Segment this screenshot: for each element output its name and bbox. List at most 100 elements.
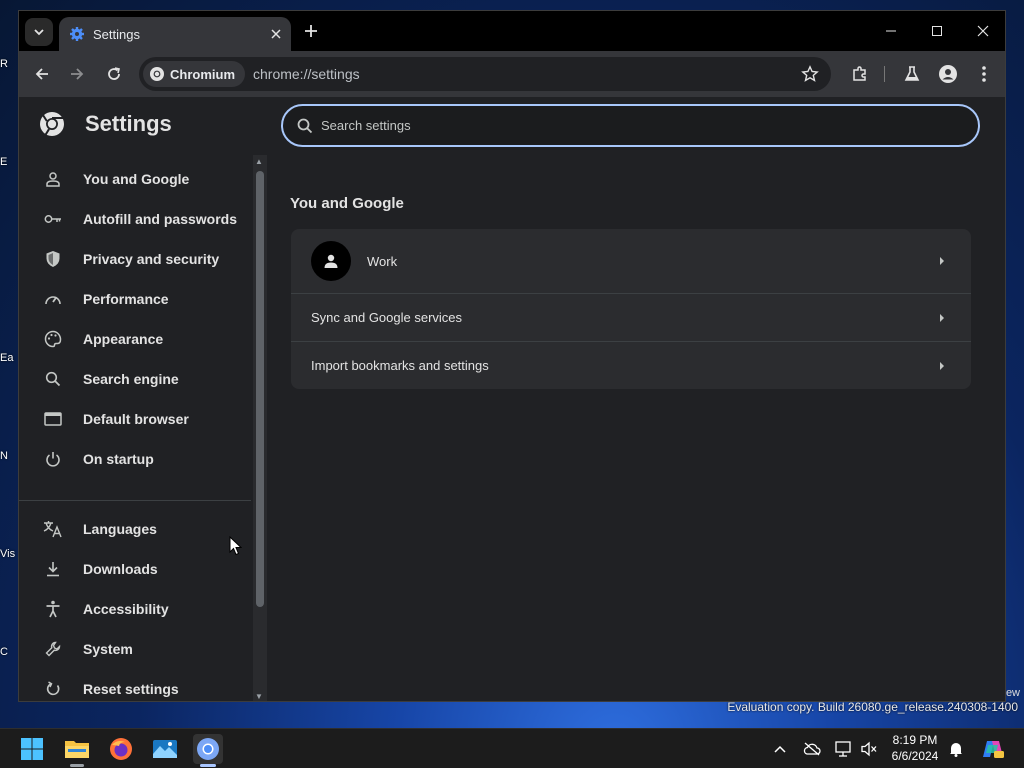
settings-sidebar: You and Google Autofill and passwords Pr… [19,155,251,701]
sidebar-item-label: You and Google [83,171,190,187]
sidebar-item-label: Privacy and security [83,251,220,267]
desktop-icon-label[interactable]: R [0,58,18,70]
taskbar-file-explorer[interactable] [62,734,92,767]
sync-label: Sync and Google services [311,310,463,325]
sidebar-item-reset[interactable]: Reset settings [19,671,251,701]
address-bar[interactable]: Chromium chrome://settings [139,57,831,91]
sidebar-item-label: Autofill and passwords [83,211,238,227]
copilot-icon [983,741,1004,758]
site-chip-label: Chromium [170,66,235,82]
chevron-right-icon [937,313,947,323]
toolbar-separator [884,66,885,82]
section-title: You and Google [290,195,404,212]
sidebar-item-privacy[interactable]: Privacy and security [19,241,251,277]
avatar [311,241,351,281]
sidebar-item-search-engine[interactable]: Search engine [19,361,251,397]
gear-icon [70,27,84,41]
sidebar-item-on-startup[interactable]: On startup [19,441,251,477]
sidebar-item-autofill[interactable]: Autofill and passwords [19,201,251,237]
desktop-icon-label[interactable]: C [0,646,18,658]
bookmark-button[interactable] [799,63,821,85]
clock-time: 8:19 PM [892,733,938,747]
desktop-icon-label[interactable]: N [0,450,18,462]
puzzle-icon [853,66,866,81]
volume-tray-button[interactable] [859,739,879,759]
search-input[interactable] [321,118,921,133]
sidebar-item-label: Accessibility [83,601,169,617]
desktop-icon-label[interactable]: E [0,156,18,168]
search-icon [43,369,63,389]
sidebar-scrollbar[interactable]: ▲ ▼ [253,155,267,701]
chevron-down-icon [34,29,44,36]
bell-icon [950,743,962,757]
search-box[interactable] [281,104,980,147]
reload-icon [108,67,120,80]
onedrive-tray-button[interactable] [802,739,822,759]
extensions-button[interactable] [847,61,873,87]
window-close-button[interactable] [971,19,995,43]
back-button[interactable] [29,61,55,87]
running-indicator [70,764,84,767]
browser-window-icon [43,409,63,429]
new-tab-button[interactable] [299,19,323,43]
url-text[interactable]: chrome://settings [253,66,831,82]
reload-button[interactable] [101,61,127,87]
close-icon[interactable] [271,29,281,39]
network-icon [835,741,851,757]
sidebar-item-default-browser[interactable]: Default browser [19,401,251,437]
sidebar-item-label: Languages [83,521,157,537]
title-bar: Settings [19,11,1005,51]
active-indicator [200,764,216,767]
arrow-right-icon [71,68,84,80]
sync-row[interactable]: Sync and Google services [291,293,971,341]
network-tray-button[interactable] [833,739,853,759]
account-row[interactable]: Work [291,229,971,293]
maximize-button[interactable] [925,19,949,43]
close-icon [977,25,989,37]
sidebar-item-performance[interactable]: Performance [19,281,251,317]
start-button[interactable] [17,734,47,764]
profile-button[interactable] [935,61,961,87]
import-row[interactable]: Import bookmarks and settings [291,341,971,389]
scroll-down-arrow-icon[interactable]: ▼ [255,692,263,701]
taskbar-chromium[interactable] [193,734,223,767]
labs-button[interactable] [899,61,925,87]
sidebar-item-accessibility[interactable]: Accessibility [19,591,251,627]
scrollbar-thumb[interactable] [256,171,264,607]
scroll-up-arrow-icon[interactable]: ▲ [255,157,263,166]
chromium-logo-icon [150,67,164,81]
photos-icon [153,740,177,758]
copilot-button[interactable] [981,739,1005,759]
chevron-right-icon [937,361,947,371]
taskbar-firefox[interactable] [106,734,136,764]
taskbar-clock[interactable]: 8:19 PM 6/6/2024 [884,732,946,764]
sidebar-item-label: Default browser [83,411,189,427]
search-icon [297,118,313,133]
show-hidden-icons-button[interactable] [770,739,790,759]
menu-button[interactable] [971,61,997,87]
tab-settings[interactable]: Settings [59,17,291,51]
tab-title: Settings [93,26,140,42]
taskbar-photos[interactable] [150,734,180,764]
clock-date: 6/6/2024 [891,749,939,763]
sidebar-item-you-and-google[interactable]: You and Google [19,161,251,197]
more-vert-icon [982,66,986,82]
minimize-button[interactable] [879,19,903,43]
browser-window: Settings Chromium chrome://settings Sett… [18,10,1006,702]
desktop-icon-label[interactable]: Vis [0,548,18,560]
key-icon [43,209,63,229]
sidebar-item-system[interactable]: System [19,631,251,667]
desktop-icon-label[interactable]: Ea [0,352,18,364]
person-icon [43,169,63,189]
palette-icon [43,329,63,349]
chromium-logo-icon [40,111,64,137]
tab-search-button[interactable] [25,18,53,46]
sidebar-item-appearance[interactable]: Appearance [19,321,251,357]
sidebar-item-languages[interactable]: Languages [19,511,251,547]
chromium-logo-icon [197,738,219,760]
sidebar-item-downloads[interactable]: Downloads [19,551,251,587]
account-icon [939,65,957,83]
site-info-chip[interactable]: Chromium [143,61,245,87]
forward-button[interactable] [64,61,90,87]
notifications-button[interactable] [946,739,966,759]
